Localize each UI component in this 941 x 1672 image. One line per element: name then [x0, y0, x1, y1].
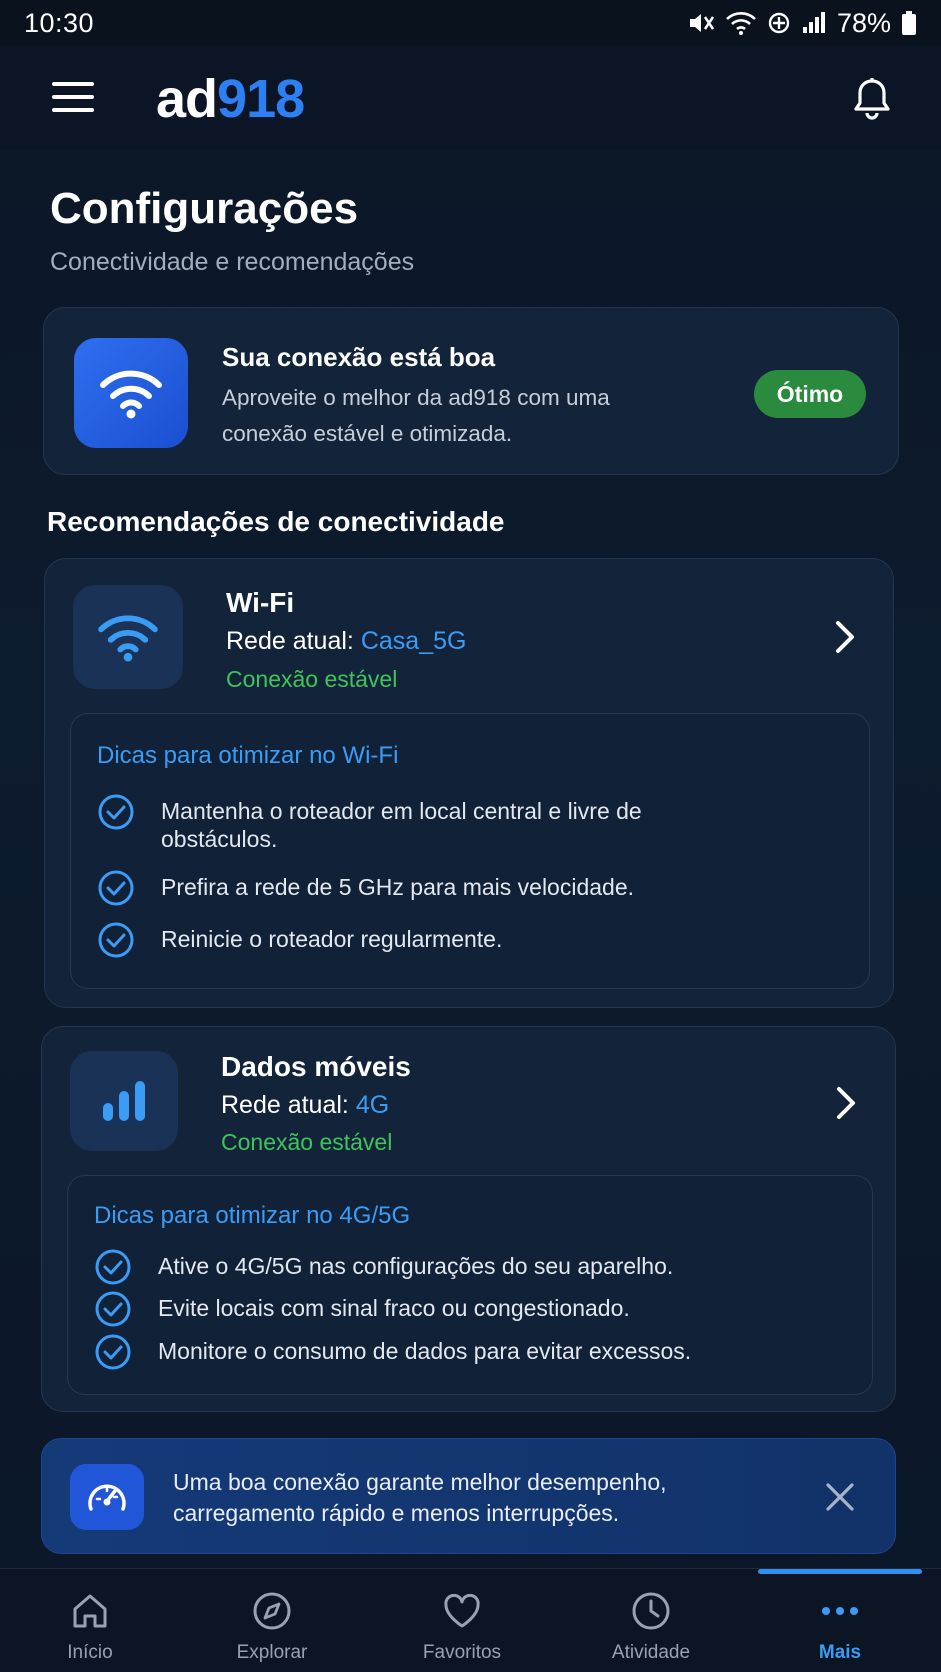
- nav-item-favoritos[interactable]: Favoritos: [392, 1569, 532, 1672]
- mobile-tip-text: Ative o 4G/5G nas configurações do seu a…: [158, 1253, 674, 1279]
- menu-icon-line: [52, 108, 94, 112]
- list-item: Ative o 4G/5G nas configurações do seu a…: [94, 1248, 834, 1286]
- list-item: Reinicie o roteador regularmente.: [97, 921, 797, 959]
- check-circle-icon: [95, 1249, 131, 1285]
- nav-label-favoritos: Favoritos: [422, 1642, 502, 1663]
- check-circle-icon: [98, 922, 134, 958]
- check-circle-icon: [95, 1334, 131, 1370]
- logo-text-918: 918: [217, 69, 305, 129]
- wifi-tip-text: Reinicie o roteador regularmente.: [161, 926, 503, 952]
- battery-percentage: 78%: [836, 7, 891, 38]
- section-title: Recomendações de conectividade: [47, 506, 505, 537]
- notifications-button[interactable]: [850, 76, 894, 122]
- mobile-tips-box: Dicas para otimizar no 4G/5G Ative o 4G/…: [67, 1175, 873, 1395]
- wifi-icon-box: [73, 585, 183, 689]
- logo-text-ad: ad: [156, 69, 218, 129]
- home-icon: [73, 1594, 107, 1628]
- mobile-tips-title: Dicas para otimizar no 4G/5G: [94, 1202, 411, 1229]
- connection-status-description: Aproveite o melhor da ad918 com uma cone…: [222, 385, 610, 446]
- mobile-tip-text: Monitore o consumo de dados para evitar …: [158, 1338, 692, 1364]
- mobile-tip-text: Evite locais com sinal fraco ou congesti…: [158, 1295, 630, 1321]
- wifi-icon: [98, 615, 158, 662]
- more-icon: [822, 1607, 858, 1615]
- heart-icon: [444, 1593, 480, 1628]
- signal-bars-icon: [103, 1081, 145, 1121]
- nav-label-inicio: Início: [67, 1642, 113, 1663]
- list-item: Prefira a rede de 5 GHz para mais veloci…: [97, 869, 797, 907]
- mobile-data-card[interactable]: Dados móveis Rede atual: 4G Conexão está…: [41, 1026, 896, 1412]
- nav-item-atividade[interactable]: Atividade: [581, 1569, 721, 1672]
- wifi-network-value: Casa_5G: [360, 627, 467, 655]
- close-icon: [826, 1483, 854, 1511]
- nav-item-inicio[interactable]: Início: [20, 1569, 160, 1672]
- speedometer-icon: [88, 1484, 126, 1511]
- mobile-chevron-right-icon[interactable]: [831, 1083, 861, 1123]
- connection-status-title: Sua conexão está boa: [222, 342, 496, 372]
- wifi-icon: [100, 370, 162, 419]
- nav-item-mais[interactable]: Mais: [770, 1569, 910, 1672]
- wifi-connection-status: Conexão estável: [226, 666, 398, 692]
- mobile-data-title: Dados móveis: [221, 1051, 411, 1082]
- wifi-tip-text: Prefira a rede de 5 GHz para mais veloci…: [161, 874, 635, 900]
- status-time: 10:30: [24, 7, 95, 38]
- mobile-data-icon-box: [70, 1051, 178, 1151]
- list-item: Mantenha o roteador em local central e l…: [97, 793, 737, 853]
- app-bar: ad918: [0, 46, 941, 150]
- mobile-connection-status: Conexão estável: [221, 1129, 393, 1155]
- signal-icon: [802, 12, 825, 33]
- status-icons: 78%: [687, 8, 917, 39]
- bottom-navigation: Início Explorar Favoritos Atividade Mais: [0, 1568, 941, 1672]
- list-item: Monitore o consumo de dados para evitar …: [94, 1333, 854, 1371]
- speedometer-icon-box: [70, 1464, 144, 1530]
- mute-icon: [689, 14, 714, 32]
- bell-icon: [854, 78, 890, 120]
- data-saver-icon: [768, 12, 790, 34]
- nav-label-explorar: Explorar: [236, 1642, 308, 1663]
- check-circle-icon: [98, 794, 134, 830]
- wifi-tips-title: Dicas para otimizar no Wi-Fi: [97, 742, 399, 769]
- close-banner-button[interactable]: [822, 1479, 858, 1515]
- wifi-current-network: Rede atual: Casa_5G: [226, 627, 466, 656]
- compass-icon: [253, 1592, 291, 1630]
- wifi-network-label: Rede atual:: [226, 627, 354, 655]
- mobile-network-label: Rede atual:: [221, 1091, 349, 1119]
- wifi-title: Wi-Fi: [226, 587, 295, 618]
- mobile-current-network: Rede atual: 4G: [221, 1091, 389, 1120]
- page-subtitle: Conectividade e recomendações: [50, 248, 415, 276]
- list-item: Evite locais com sinal fraco ou congesti…: [94, 1290, 834, 1328]
- wifi-tips-box: Dicas para otimizar no Wi-Fi Mantenha o …: [70, 713, 870, 989]
- wifi-chevron-right-icon[interactable]: [830, 617, 860, 657]
- active-tab-indicator: [758, 1569, 922, 1574]
- wifi-status-icon: [726, 12, 756, 35]
- nav-label-atividade: Atividade: [611, 1642, 691, 1663]
- wifi-tip-text: Mantenha o roteador em local central e l…: [161, 798, 642, 852]
- info-banner: Uma boa conexão garante melhor desempenh…: [41, 1438, 896, 1554]
- mobile-network-value: 4G: [355, 1091, 390, 1119]
- info-banner-text: Uma boa conexão garante melhor desempenh…: [173, 1469, 667, 1526]
- wifi-status-icon-box: [74, 338, 188, 448]
- status-bar: 10:30 78%: [0, 0, 941, 46]
- battery-icon: [902, 11, 916, 35]
- menu-icon-line: [52, 95, 94, 99]
- status-badge: Ótimo: [754, 370, 866, 418]
- check-circle-icon: [95, 1291, 131, 1327]
- menu-icon-line: [52, 82, 94, 86]
- page-title: Configurações: [50, 184, 359, 233]
- nav-label-mais: Mais: [818, 1642, 862, 1663]
- clock-icon: [632, 1592, 670, 1630]
- connection-status-card: Sua conexão está boa Aproveite o melhor …: [43, 307, 899, 475]
- app-logo[interactable]: ad918: [156, 68, 305, 130]
- wifi-card[interactable]: Wi-Fi Rede atual: Casa_5G Conexão estáve…: [44, 558, 894, 1008]
- nav-item-explorar[interactable]: Explorar: [202, 1569, 342, 1672]
- check-circle-icon: [98, 870, 134, 906]
- menu-button[interactable]: [52, 82, 94, 112]
